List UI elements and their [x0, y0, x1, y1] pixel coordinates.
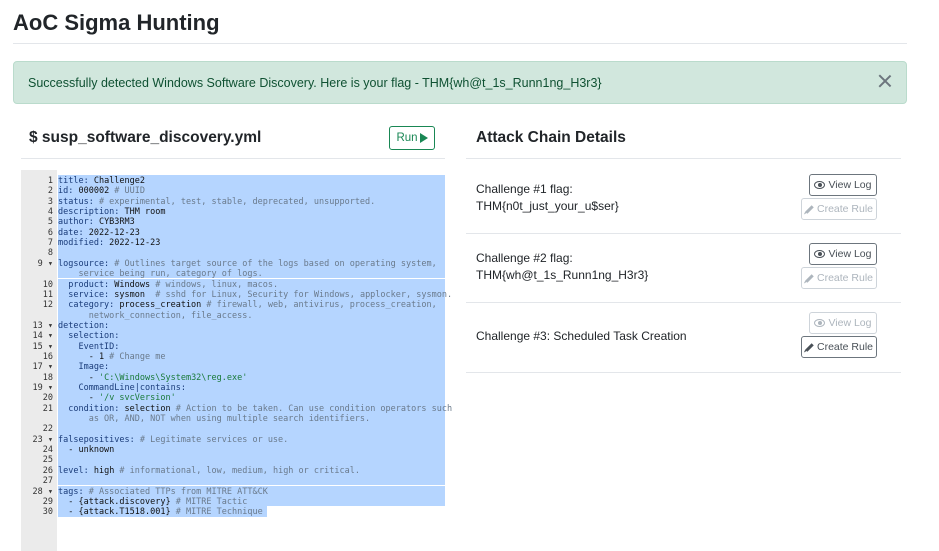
view-log-label: View Log	[828, 179, 872, 191]
line-number: 21	[42, 403, 53, 414]
challenge-row: Challenge #3: Scheduled Task Creation Vie…	[466, 302, 901, 372]
selection-highlight	[58, 444, 445, 455]
eye-icon	[814, 250, 826, 258]
create-rule-button[interactable]: Create Rule	[801, 336, 877, 358]
challenge-label: Challenge #3: Scheduled Task Creation	[476, 329, 687, 343]
line-number: 27	[42, 476, 53, 487]
success-alert: Successfully detected Windows Software D…	[13, 61, 907, 104]
page-title: AoC Sigma Hunting	[13, 10, 220, 35]
challenge-flag: THM{wh@t_1s_Runn1ng_H3r3}	[476, 268, 649, 282]
challenge-label: Challenge #2 flag:	[476, 251, 573, 265]
run-label: Run	[396, 132, 418, 144]
eye-icon	[814, 319, 826, 327]
run-button[interactable]: Run	[389, 126, 435, 150]
line-number: 24	[42, 445, 53, 456]
code-editor[interactable]: 1 title: Challenge2 2 id: 000002 # UUID 3 sta…	[21, 170, 452, 551]
challenge-text: Challenge #1 flag: THM{n0t_just_your_u$se…	[476, 181, 619, 215]
challenge-text: Challenge #2 flag: THM{wh@t_1s_Runn1ng_H3…	[476, 250, 648, 284]
challenge-divider	[466, 372, 901, 373]
eye-icon	[814, 181, 826, 189]
line-number: 19 ▾	[32, 383, 53, 393]
code-token: - {attack.T1518.001}	[58, 507, 171, 518]
attack-chain-divider	[466, 158, 901, 159]
play-icon	[419, 133, 428, 143]
selection-highlight	[58, 454, 445, 465]
line-number: 22	[42, 424, 53, 435]
line-number: 12	[42, 300, 53, 311]
attack-chain-title: Attack Chain Details	[476, 129, 626, 146]
alert-message: Successfully detected Windows Software D…	[28, 76, 602, 90]
selection-highlight	[58, 475, 445, 486]
pencil-icon	[805, 342, 814, 352]
line-number: 2	[47, 186, 53, 197]
view-log-button[interactable]: View Log	[809, 174, 877, 196]
line-number: 11	[42, 289, 53, 300]
line-number: 13 ▾	[32, 320, 53, 331]
selection-highlight	[58, 319, 445, 331]
editor-filename: $ susp_software_discovery.yml	[29, 129, 262, 146]
line-number: 6	[47, 227, 53, 238]
line-number: 1	[47, 176, 53, 186]
line-number: 3	[47, 196, 53, 207]
challenge-row: Challenge #1 flag: THM{n0t_just_your_u$se…	[466, 164, 901, 233]
create-rule-label: Create Rule	[816, 341, 874, 353]
line-number: 30	[42, 507, 53, 518]
title-divider	[13, 43, 907, 44]
line-number: 25	[42, 455, 53, 466]
selection-highlight	[58, 423, 445, 434]
create-rule-button[interactable]: Create Rule	[801, 267, 877, 289]
view-log-label: View Log	[828, 317, 872, 329]
line-number: 18	[42, 372, 53, 383]
line-number: 15 ▾	[32, 341, 53, 352]
challenge-flag: THM{n0t_just_your_u$ser}	[476, 199, 619, 213]
line-number: 8	[47, 248, 53, 259]
create-rule-button[interactable]: Create Rule	[801, 198, 877, 220]
line-number: 26	[42, 465, 53, 476]
line-number: 23 ▾	[32, 434, 53, 445]
close-icon[interactable]	[876, 72, 894, 90]
line-number: 29	[42, 496, 53, 507]
code-token: # MITRE Technique	[170, 507, 263, 518]
view-log-button[interactable]: View Log	[809, 243, 877, 265]
create-rule-label: Create Rule	[816, 203, 874, 215]
challenge-label: Challenge #1 flag:	[476, 182, 573, 196]
challenge-text: Challenge #3: Scheduled Task Creation	[476, 328, 687, 345]
selection-highlight	[58, 361, 445, 372]
line-number: 5	[47, 217, 53, 228]
challenge-row: Challenge #2 flag: THM{wh@t_1s_Runn1ng_H3…	[466, 233, 901, 302]
line-number: 20	[42, 393, 53, 404]
line-number: 4	[47, 207, 53, 218]
editor-divider	[21, 158, 445, 159]
line-number: 28 ▾	[32, 486, 53, 497]
line-number: 10	[42, 279, 53, 290]
view-log-label: View Log	[828, 248, 872, 260]
line-number: 14 ▾	[32, 331, 53, 342]
pencil-icon	[805, 273, 814, 283]
line-number: 7	[47, 238, 53, 249]
selection-highlight	[58, 247, 445, 258]
line-number: 16	[42, 351, 53, 362]
code-line: - {attack.T1518.001} # MITRE Technique	[58, 507, 263, 518]
line-number: 9 ▾	[37, 258, 53, 269]
view-log-button[interactable]: View Log	[809, 312, 877, 334]
pencil-icon	[805, 204, 814, 214]
line-number: 17 ▾	[32, 362, 53, 373]
create-rule-label: Create Rule	[816, 272, 874, 284]
